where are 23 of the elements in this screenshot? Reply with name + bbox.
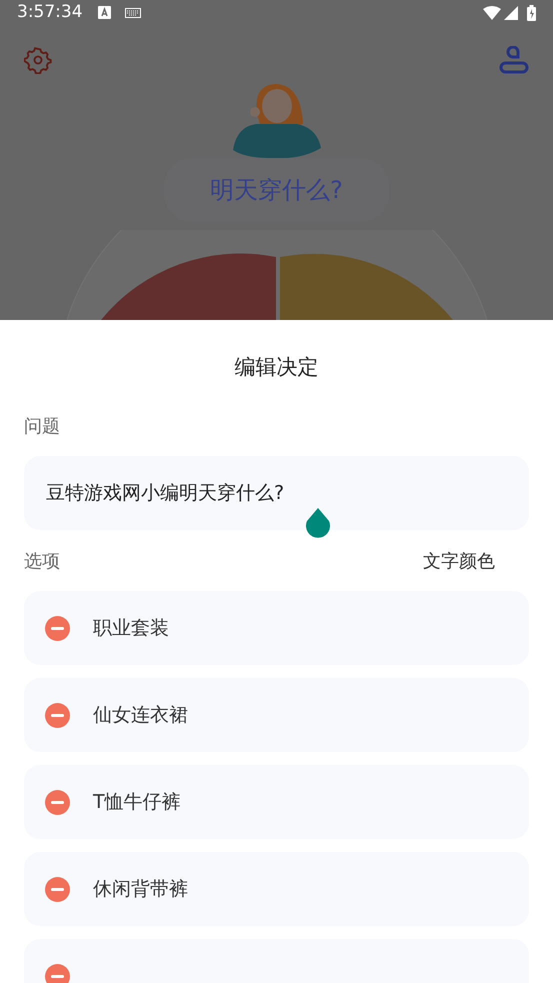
sheet-title: 编辑决定 — [234, 354, 318, 380]
option-card[interactable]: T恤牛仔裤 — [24, 765, 529, 839]
options-label: 选项 — [24, 550, 60, 574]
wifi-icon — [483, 6, 501, 20]
user-icon[interactable] — [499, 46, 529, 74]
signal-icon — [504, 6, 518, 20]
option-card[interactable]: 职业套装 — [24, 591, 529, 665]
text-color-label[interactable]: 文字颜色 — [423, 548, 495, 575]
settings-icon[interactable] — [24, 46, 52, 74]
option-card[interactable]: 仙女连衣裙 — [24, 678, 529, 752]
question-field[interactable]: 豆特游戏网小编明天穿什么? — [24, 456, 529, 530]
keyboard-icon — [124, 8, 141, 18]
question-label: 问题 — [24, 415, 61, 439]
font-icon — [98, 6, 111, 20]
status-time: 3:57:34 — [17, 1, 83, 24]
option-card[interactable]: 休闲背带裤 — [24, 852, 529, 926]
remove-icon[interactable] — [45, 964, 70, 983]
remove-icon[interactable] — [45, 616, 70, 640]
cursor-handle-icon[interactable] — [305, 508, 331, 538]
remove-icon[interactable] — [45, 702, 70, 728]
remove-icon[interactable] — [45, 790, 70, 814]
battery-icon — [527, 4, 536, 21]
remove-icon[interactable] — [45, 876, 70, 902]
